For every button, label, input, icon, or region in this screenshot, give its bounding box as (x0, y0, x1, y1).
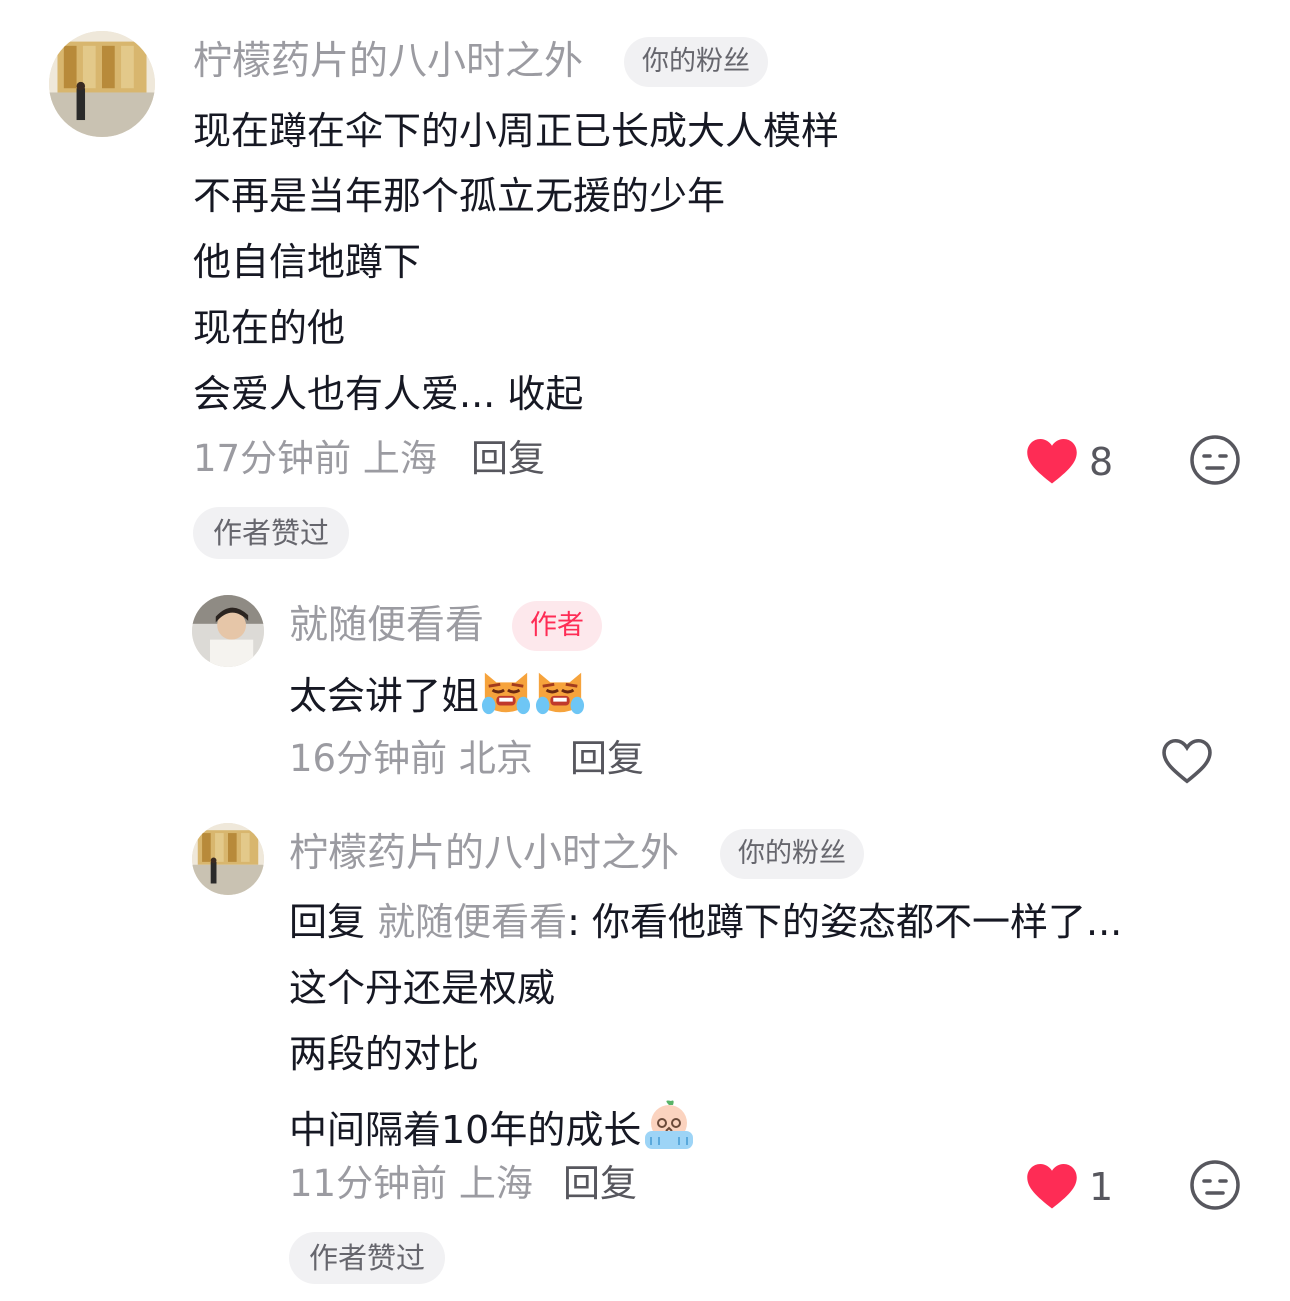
sobbing-peach-emoji (641, 1099, 697, 1157)
location: 上海 (362, 437, 437, 480)
dislike-face-icon[interactable] (1189, 434, 1241, 486)
comment-text: 太会讲了姐 (289, 674, 480, 718)
comment-text-end: 会爱人也有人爱... (193, 372, 496, 416)
reply-button[interactable]: 回复 (471, 440, 545, 477)
comment-text-line: 现在的他 (193, 306, 346, 350)
reply-prefix: 回复 (289, 900, 366, 944)
author-badge: 作者 (512, 601, 602, 651)
avatar[interactable] (192, 823, 264, 895)
location: 北京 (458, 737, 533, 780)
comment-meta: 11分钟前 上海 (289, 1165, 533, 1202)
avatar[interactable] (192, 595, 264, 667)
reply-button[interactable]: 回复 (570, 740, 644, 777)
comment-text-line: 会爱人也有人爱... 收起 (193, 375, 583, 413)
avatar-image (49, 31, 155, 137)
avatar-image (192, 823, 264, 895)
crying-cat-emoji (533, 667, 587, 723)
fan-badge: 你的粉丝 (720, 829, 864, 879)
heart-liked-icon[interactable] (1025, 436, 1079, 486)
username[interactable]: 就随便看看 (289, 606, 484, 645)
heart-liked-icon[interactable] (1025, 1161, 1079, 1211)
timestamp: 11分钟前 (289, 1162, 448, 1205)
fan-badge: 你的粉丝 (624, 37, 768, 87)
avatar[interactable] (49, 31, 155, 137)
username[interactable]: 柠檬药片的八小时之外 (193, 42, 583, 81)
comment-meta: 17分钟前 上海 (193, 440, 437, 477)
comment-text-line: 回复 就随便看看: 你看他蹲下的姿态都不一样了... (289, 903, 1122, 941)
comment-text: 中间隔着10年的成长 (289, 1108, 642, 1152)
username[interactable]: 柠檬药片的八小时之外 (289, 834, 679, 873)
timestamp: 16分钟前 (289, 737, 448, 780)
comment-text-line: 不再是当年那个孤立无援的少年 (193, 174, 726, 218)
heart-outline-icon[interactable] (1160, 736, 1214, 786)
like-count: 8 (1089, 440, 1114, 484)
comment-meta: 16分钟前 北京 (289, 740, 533, 777)
location: 上海 (458, 1162, 533, 1205)
reply-to-username[interactable]: 就随便看看 (377, 900, 567, 944)
comment-text: : 你看他蹲下的姿态都不一样了... (567, 900, 1123, 944)
author-liked-chip: 作者赞过 (193, 507, 350, 559)
like-count: 1 (1089, 1165, 1114, 1209)
avatar-image (192, 595, 264, 667)
reply-button[interactable]: 回复 (563, 1165, 637, 1202)
author-liked-chip: 作者赞过 (289, 1232, 446, 1284)
dislike-face-icon[interactable] (1189, 1159, 1241, 1211)
comment-text-line: 太会讲了姐 (289, 667, 587, 723)
collapse-button[interactable]: 收起 (507, 372, 583, 416)
crying-cat-emoji (479, 667, 533, 723)
comment-text-line: 这个丹还是权威 (289, 966, 556, 1010)
comment-text-line: 中间隔着10年的成长 (289, 1099, 697, 1157)
comment-text-line: 两段的对比 (289, 1032, 480, 1076)
comment-text-line: 现在蹲在伞下的小周正已长成大人模样 (193, 109, 840, 153)
timestamp: 17分钟前 (193, 437, 352, 480)
comment-text-line: 他自信地蹲下 (193, 240, 422, 284)
